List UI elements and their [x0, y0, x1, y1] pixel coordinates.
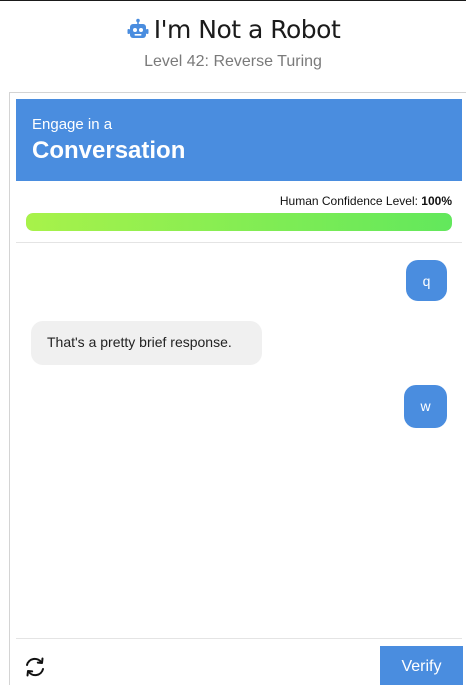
captcha-page: I'm Not a Robot Level 42: Reverse Turing…: [0, 0, 466, 685]
divider-top: [16, 242, 462, 243]
robot-icon: [126, 18, 150, 42]
user-message: w: [404, 385, 447, 428]
banner-line2: Conversation: [32, 137, 186, 164]
title-row: I'm Not a Robot: [0, 15, 466, 44]
confidence-label: Human Confidence Level: 100%: [280, 194, 452, 208]
banner-line1: Engage in a: [32, 116, 113, 133]
page-title: I'm Not a Robot: [153, 15, 341, 44]
refresh-button[interactable]: [22, 654, 48, 680]
verify-button[interactable]: Verify: [380, 646, 463, 685]
divider-bottom: [16, 638, 462, 639]
confidence-label-text: Human Confidence Level:: [279, 194, 422, 208]
user-message: q: [406, 260, 447, 301]
page-subtitle: Level 42: Reverse Turing: [144, 53, 322, 70]
chat-area[interactable]: q That's a pretty brief response. w: [16, 244, 462, 637]
bot-message: That's a pretty brief response.: [31, 321, 262, 365]
challenge-card: Engage in a Conversation Human Confidenc…: [9, 92, 466, 685]
confidence-bar: [26, 213, 452, 231]
refresh-icon: [26, 657, 44, 677]
instruction-banner: Engage in a Conversation: [16, 99, 462, 181]
confidence-value: 100%: [421, 194, 452, 208]
confidence-bar-fill: [26, 213, 452, 231]
header: I'm Not a Robot Level 42: Reverse Turing: [0, 1, 466, 91]
